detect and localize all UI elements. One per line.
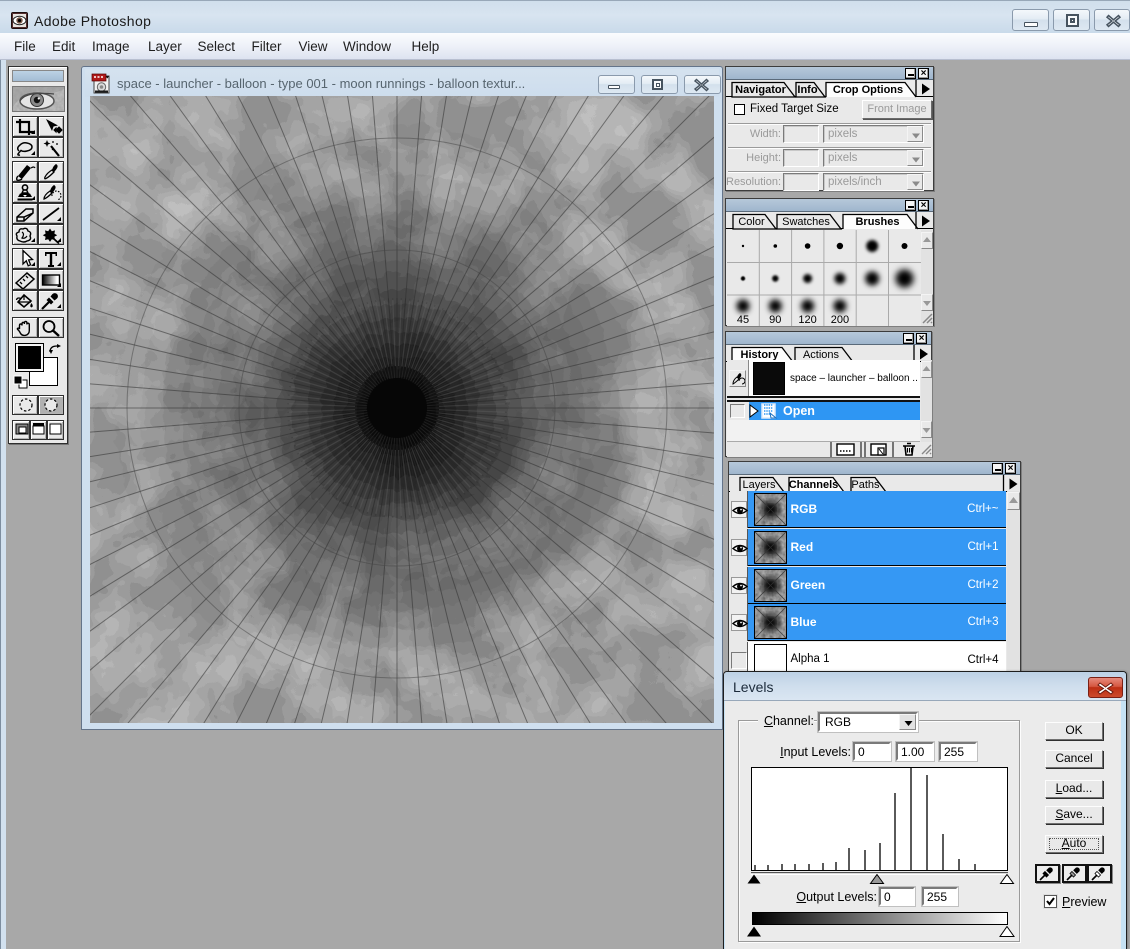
svg-text:Color: Color: [738, 216, 765, 228]
svg-text:Brushes: Brushes: [855, 216, 899, 228]
svg-text:Crop Options: Crop Options: [833, 84, 903, 96]
svg-text:Channels: Channels: [788, 479, 838, 491]
svg-text:Navigator: Navigator: [735, 84, 786, 96]
svg-text:90: 90: [769, 314, 781, 326]
svg-text:Info: Info: [797, 84, 817, 96]
svg-text:Paths: Paths: [851, 479, 880, 491]
svg-text:45: 45: [737, 314, 749, 326]
svg-text:200: 200: [831, 314, 849, 326]
svg-text:120: 120: [798, 314, 816, 326]
svg-text:Layers: Layers: [742, 479, 776, 491]
svg-text:Swatches: Swatches: [782, 216, 830, 228]
